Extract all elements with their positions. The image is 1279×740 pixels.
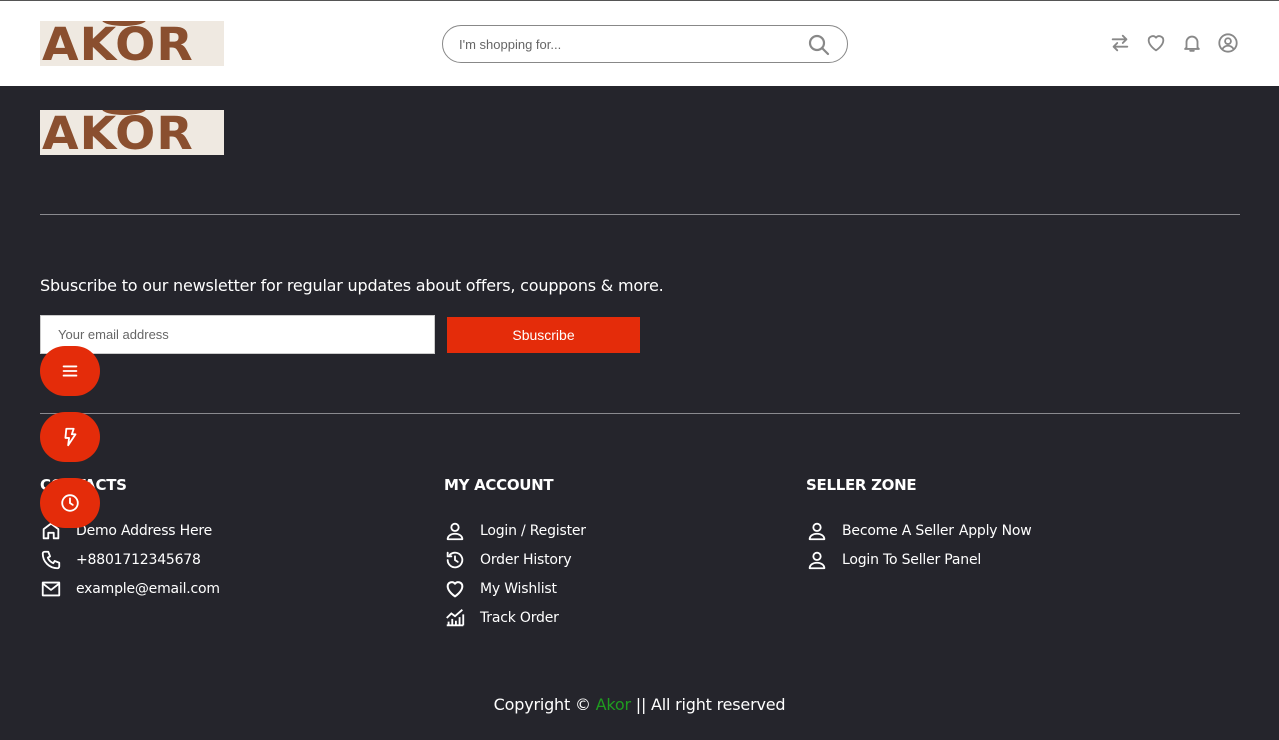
seller-panel-link[interactable]: Login To Seller Panel (806, 545, 1032, 574)
seller-panel-text[interactable]: Login To Seller Panel (842, 552, 981, 568)
subscribe-button[interactable]: Sbuscribe (447, 317, 640, 353)
newsletter-text: Sbuscribe to our newsletter for regular … (40, 276, 664, 295)
user-icon (808, 551, 826, 569)
account-list: Login / Register Order History My Wishli… (444, 516, 586, 632)
footer-divider-bottom (40, 413, 1240, 414)
account-heading: MY ACCOUNT (444, 476, 554, 494)
site-header: AKOR (0, 0, 1279, 86)
heart-icon (446, 580, 464, 597)
account-login-text[interactable]: Login / Register (480, 523, 586, 539)
site-logo[interactable]: AKOR (40, 21, 224, 66)
search-icon[interactable] (807, 33, 831, 57)
user-icon (446, 522, 464, 540)
flash-deals-fab-button[interactable] (40, 412, 100, 462)
analytics-icon (446, 608, 465, 626)
apply-now-link[interactable]: Apply Now (959, 523, 1032, 539)
seller-list: Become A Seller Apply Now Login To Selle… (806, 516, 1032, 574)
newsletter-email-input[interactable] (40, 315, 435, 354)
flash-icon (64, 427, 77, 447)
logo-text: AKOR (42, 110, 194, 155)
header-actions (1109, 32, 1239, 54)
contact-email: example@email.com (40, 574, 220, 603)
become-seller-item: Become A Seller Apply Now (806, 516, 1032, 545)
copyright-suffix: || All right reserved (635, 695, 786, 714)
contact-phone-text[interactable]: +8801712345678 (76, 552, 201, 568)
contacts-list: Demo Address Here +8801712345678 example… (40, 516, 220, 603)
bell-icon[interactable] (1181, 32, 1203, 54)
footer-divider-top (40, 214, 1240, 215)
account-column: MY ACCOUNT Login / Register Order Histor… (444, 476, 586, 632)
phone-icon (41, 550, 61, 569)
account-order-history-text[interactable]: Order History (480, 552, 572, 568)
user-circle-icon[interactable] (1217, 32, 1239, 54)
user-icon (808, 522, 826, 540)
compare-icon[interactable] (1109, 32, 1131, 54)
contact-email-text[interactable]: example@email.com (76, 581, 220, 597)
search-input[interactable] (459, 34, 799, 54)
contact-phone: +8801712345678 (40, 545, 220, 574)
account-track-order-text[interactable]: Track Order (480, 610, 559, 626)
account-order-history-link[interactable]: Order History (444, 545, 586, 574)
account-login-link[interactable]: Login / Register (444, 516, 586, 545)
logo-text: AKOR (42, 21, 194, 66)
account-wishlist-text[interactable]: My Wishlist (480, 581, 557, 597)
copyright: Copyright © Akor || All right reserved (0, 695, 1279, 714)
become-seller-text: Become A Seller (842, 522, 954, 539)
seller-column: SELLER ZONE Become A Seller Apply Now Lo… (806, 476, 1032, 574)
search-bar (442, 25, 848, 63)
account-track-order-link[interactable]: Track Order (444, 603, 586, 632)
seller-heading: SELLER ZONE (806, 476, 917, 494)
account-wishlist-link[interactable]: My Wishlist (444, 574, 586, 603)
recent-history-fab-button[interactable] (40, 478, 100, 528)
footer-logo[interactable]: AKOR (40, 110, 224, 155)
copyright-brand-link[interactable]: Akor (596, 695, 631, 714)
mail-icon (41, 581, 61, 596)
heart-icon[interactable] (1145, 32, 1167, 54)
copyright-prefix: Copyright © (493, 695, 591, 714)
contact-address-text: Demo Address Here (76, 522, 213, 539)
menu-icon (62, 365, 78, 377)
history-icon (446, 551, 464, 568)
clock-icon (61, 494, 79, 512)
menu-fab-button[interactable] (40, 346, 100, 396)
